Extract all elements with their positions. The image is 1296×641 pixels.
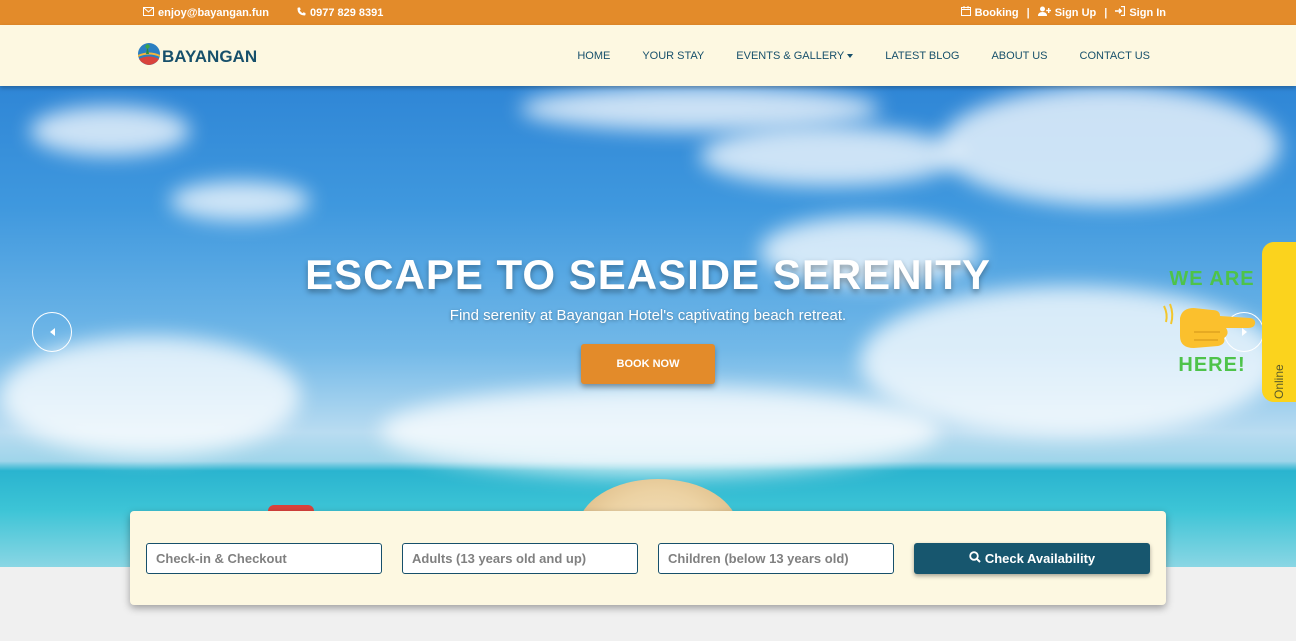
nav-contact-us[interactable]: CONTACT US (1080, 50, 1151, 62)
calendar-icon (960, 6, 971, 19)
nav-home[interactable]: HOME (577, 50, 610, 62)
adults-input[interactable] (402, 543, 638, 574)
phone-text: 0977 829 8391 (309, 6, 384, 19)
search-icon (969, 551, 981, 566)
online-label: Online (1272, 364, 1286, 399)
booking-label: Booking (974, 6, 1019, 19)
carousel-prev-button[interactable] (32, 312, 72, 352)
phone-link[interactable]: 0977 829 8391 (297, 7, 383, 19)
primary-nav: HOME YOUR STAY EVENTS & GALLERY LATEST B… (577, 25, 1150, 86)
cloud (700, 126, 960, 186)
email-link[interactable]: enjoy@bayangan.fun (143, 6, 269, 19)
pointing-hand-icon[interactable] (1160, 296, 1260, 356)
caret-down-icon (847, 53, 854, 58)
account-links: Booking | Sign Up | Sign In (960, 0, 1166, 25)
check-availability-button[interactable]: Check Availability (914, 543, 1150, 574)
hero-title: ESCAPE TO SEASIDE SERENITY (305, 251, 991, 298)
separator: | (1104, 6, 1108, 19)
cloud (520, 86, 880, 131)
hero-subtitle: Find serenity at Bayangan Hotel's captiv… (449, 307, 847, 324)
book-now-button[interactable]: BOOK NOW (581, 344, 715, 384)
cloud (170, 181, 310, 221)
nav-your-stay[interactable]: YOUR STAY (642, 50, 704, 62)
cloud (380, 386, 940, 476)
widget-text-here[interactable]: HERE! (1164, 354, 1260, 377)
widget-text-we-are[interactable]: WE ARE (1164, 268, 1260, 291)
logo-icon (137, 42, 161, 71)
email-text: enjoy@bayangan.fun (158, 6, 269, 19)
brand-logo-link[interactable]: BAYANGAN (137, 42, 257, 71)
signup-label: Sign Up (1054, 6, 1097, 19)
user-plus-icon (1037, 6, 1051, 19)
cloud (0, 336, 300, 456)
envelope-icon (143, 6, 154, 19)
sign-in-icon (1115, 5, 1126, 19)
contact-info: enjoy@bayangan.fun 0977 829 8391 (143, 0, 383, 25)
top-bar: enjoy@bayangan.fun 0977 829 8391 Booking… (0, 0, 1296, 25)
separator: | (1026, 6, 1030, 19)
signin-label: Sign In (1129, 6, 1166, 19)
nav-latest-blog[interactable]: LATEST BLOG (885, 50, 959, 62)
main-navbar: BAYANGAN HOME YOUR STAY EVENTS & GALLERY… (0, 25, 1296, 86)
nav-events-gallery-label: EVENTS & GALLERY (736, 49, 845, 62)
signup-link[interactable]: Sign Up (1037, 6, 1097, 19)
cloud (940, 86, 1280, 206)
check-availability-label: Check Availability (984, 551, 1096, 566)
chevron-left-icon (49, 328, 55, 336)
signin-link[interactable]: Sign In (1115, 5, 1166, 19)
cloud (30, 106, 190, 156)
availability-search-panel: Check Availability (130, 511, 1166, 605)
checkin-checkout-input[interactable] (146, 543, 382, 574)
phone-icon (297, 7, 306, 19)
nav-about-us[interactable]: ABOUT US (991, 50, 1047, 62)
brand-name: BAYANGAN (162, 46, 258, 66)
hero-carousel: ESCAPE TO SEASIDE SERENITY Find serenity… (0, 86, 1296, 567)
children-input[interactable] (658, 543, 894, 574)
nav-events-gallery[interactable]: EVENTS & GALLERY (736, 49, 854, 62)
booking-link[interactable]: Booking (960, 6, 1019, 19)
